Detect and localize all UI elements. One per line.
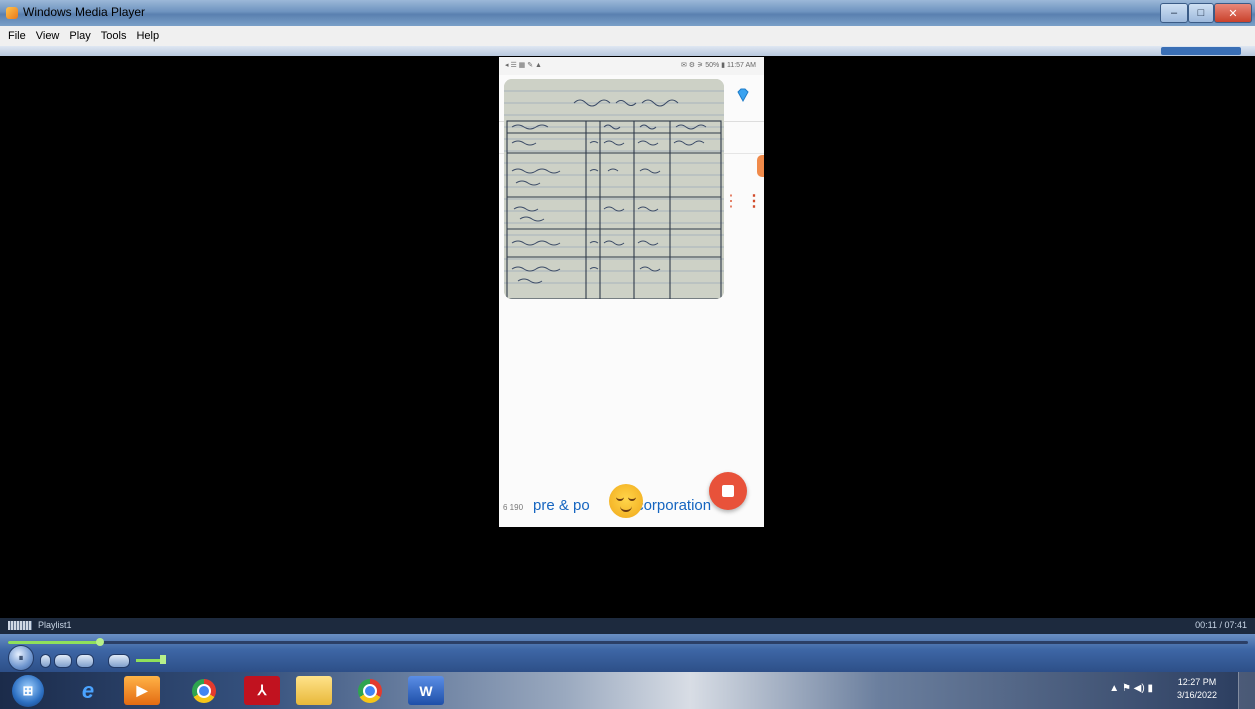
media-player-taskbar-icon[interactable]: ▶: [124, 676, 160, 705]
word-icon[interactable]: W: [408, 676, 444, 705]
menu-tools[interactable]: Tools: [101, 30, 127, 42]
stop-button[interactable]: [40, 654, 51, 668]
title-bar: Windows Media Player – □ ✕: [0, 0, 1255, 26]
system-tray-icons[interactable]: ▲ ⚑ ◀) ▮: [1109, 683, 1153, 694]
clock-date: 3/16/2022: [1176, 690, 1218, 700]
show-desktop-button[interactable]: [1238, 672, 1255, 709]
navigation-strip: [0, 46, 1255, 56]
menu-play[interactable]: Play: [69, 30, 90, 42]
maximize-button[interactable]: □: [1188, 3, 1214, 23]
volume-handle[interactable]: [160, 655, 166, 664]
caption-text-left: pre & po: [533, 497, 590, 514]
windows-taskbar: ⊞ e ▶ ⅄ W ▲ ⚑ ◀) ▮ 12:27 PM 3/16/2022: [0, 672, 1255, 709]
menu-view[interactable]: View: [36, 30, 60, 42]
switch-view-button[interactable]: [1161, 47, 1241, 55]
chrome-profile-icon[interactable]: [352, 676, 388, 705]
caption-text-right: corporation: [636, 497, 712, 514]
window-title: Windows Media Player: [23, 5, 146, 19]
notebook-table-image: [504, 79, 724, 299]
acrobat-icon[interactable]: ⅄: [244, 676, 280, 705]
menu-bar: File View Play Tools Help: [0, 26, 1255, 47]
notebook-photo: [504, 79, 724, 299]
windows-start-icon[interactable]: ⊞: [12, 675, 44, 707]
minimize-button[interactable]: –: [1160, 3, 1188, 23]
diamond-icon: [737, 88, 749, 103]
phone-screen-video-frame: ◂ ☰ ▦ ✎ ▲ ✉ ⚙ ⚞ 50% ▮ 11:57 AM ⋮ ⋮ 6 190…: [499, 57, 764, 527]
seek-bar-progress: [8, 641, 100, 644]
phone-status-icons-right: ✉ ⚙ ⚞ 50% ▮ 11:57 AM: [680, 62, 756, 69]
video-id-label: 6 190: [503, 503, 524, 512]
stop-recording-button[interactable]: [709, 472, 747, 510]
phone-status-bar: ◂ ☰ ▦ ✎ ▲ ✉ ⚙ ⚞ 50% ▮ 11:57 AM: [499, 57, 764, 75]
close-button[interactable]: ✕: [1214, 3, 1252, 23]
more-options-icon: ⋮: [746, 193, 762, 210]
media-player-icon: [6, 7, 18, 19]
playlist-bar: Playlist1 00:11 / 07:41: [0, 618, 1255, 634]
internet-explorer-icon[interactable]: e: [70, 676, 106, 705]
seek-bar[interactable]: [8, 641, 1248, 644]
menu-help[interactable]: Help: [136, 30, 159, 42]
elapsed-time: 00:11 / 07:41: [1195, 620, 1247, 630]
playback-controls: ⏸: [0, 634, 1255, 672]
file-explorer-icon[interactable]: [296, 676, 332, 705]
menu-file[interactable]: File: [8, 30, 26, 42]
previous-button[interactable]: [54, 654, 72, 668]
taskbar-clock[interactable]: 12:27 PM 3/16/2022: [1167, 676, 1227, 702]
relieved-face-emoji-icon: [609, 484, 643, 518]
phone-status-icons-left: ◂ ☰ ▦ ✎ ▲: [505, 62, 542, 69]
seek-handle[interactable]: [96, 638, 104, 646]
side-tab-icon: [757, 155, 764, 177]
pause-button[interactable]: ⏸: [8, 645, 34, 671]
playlist-icon[interactable]: [8, 621, 32, 630]
playlist-label: Playlist1: [38, 620, 72, 630]
mute-button[interactable]: [108, 654, 130, 668]
next-button[interactable]: [76, 654, 94, 668]
clock-time: 12:27 PM: [1177, 677, 1217, 687]
crop-handle-icon: ⋮: [723, 193, 739, 210]
chrome-icon[interactable]: [186, 676, 222, 705]
stop-icon: [722, 485, 734, 497]
